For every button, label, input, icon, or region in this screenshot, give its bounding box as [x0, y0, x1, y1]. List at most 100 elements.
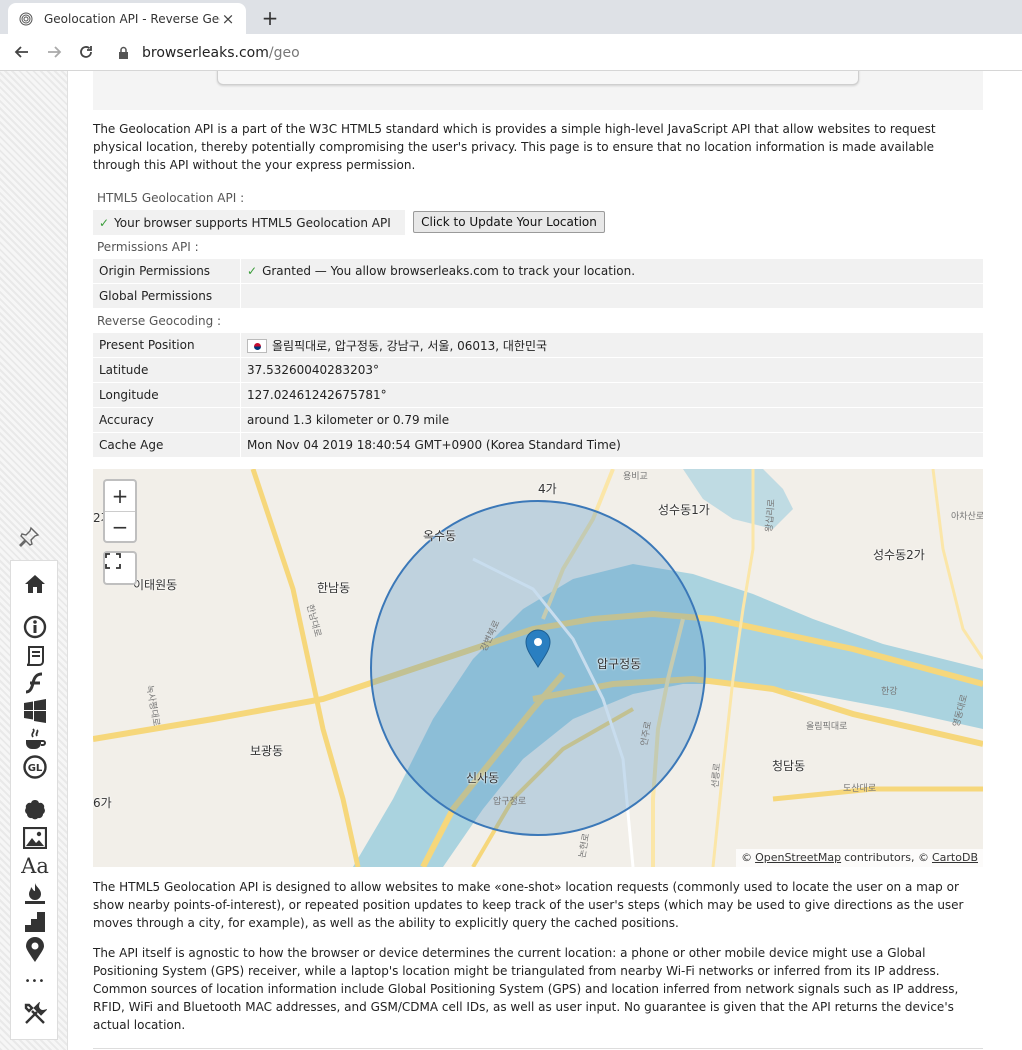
top-panel — [93, 71, 983, 110]
url-host: browserleaks.com — [142, 44, 269, 61]
back-arrow-icon — [14, 46, 28, 58]
present-position-value: 올림픽대로, 압구정동, 강남구, 서울, 06013, 대한민국 — [272, 338, 548, 353]
fire-icon[interactable] — [21, 881, 49, 907]
webgl-icon[interactable]: GL — [21, 754, 49, 780]
check-icon: ✓ — [99, 215, 110, 230]
cartodb-link[interactable]: CartoDB — [932, 851, 978, 865]
zoom-control: + − — [103, 479, 137, 543]
geolocation-section-label: HTML5 Geolocation API : — [97, 191, 245, 205]
script-icon[interactable] — [21, 643, 49, 669]
row-key: Latitude — [93, 358, 241, 382]
intro-paragraph: The Geolocation API is a part of the W3C… — [93, 122, 936, 172]
tab-strip: Geolocation API - Reverse Geoco × + — [0, 0, 1022, 34]
geocoding-table: Present Position 올림픽대로, 압구정동, 강남구, 서울, 0… — [93, 332, 983, 458]
edge-label: 4가 — [538, 482, 557, 496]
row-value — [241, 284, 983, 308]
zoom-out-button[interactable]: − — [105, 511, 135, 541]
more-icon[interactable]: ••• — [21, 968, 49, 994]
row-value: 127.02461242675781° — [241, 383, 983, 407]
row-key: Present Position — [93, 333, 241, 357]
reload-button[interactable] — [74, 40, 98, 64]
windows-icon[interactable] — [21, 698, 49, 724]
map-tiles — [93, 469, 983, 867]
table-row: Latitude 37.53260040283203° — [93, 358, 983, 382]
new-tab-button[interactable]: + — [258, 6, 282, 30]
check-icon: ✓ — [247, 264, 258, 278]
place-label: 성수동1가 — [658, 503, 710, 517]
table-row: Longitude 127.02461242675781° — [93, 383, 983, 407]
address-bar[interactable]: browserleaks.com/geo — [108, 38, 1018, 67]
location-pin-icon[interactable] — [21, 937, 49, 963]
fullscreen-icon — [105, 553, 121, 569]
pin-icon[interactable] — [15, 524, 43, 550]
road-label: 압구정로 — [493, 797, 527, 807]
top-panel-inner — [217, 71, 859, 85]
place-label: 한남동 — [317, 581, 351, 595]
row-key: Origin Permissions — [93, 259, 241, 283]
browser-tab[interactable]: Geolocation API - Reverse Geoco × — [8, 3, 246, 34]
table-row: Origin Permissions ✓ Granted — You allow … — [93, 259, 983, 283]
tools-icon[interactable] — [21, 1001, 49, 1027]
map-attribution: © OpenStreetMap contributors, © CartoDB — [736, 849, 983, 867]
row-key: Longitude — [93, 383, 241, 407]
attribution-prefix: © — [741, 851, 753, 864]
flash-icon[interactable] — [21, 670, 49, 696]
font-icon[interactable]: Aa — [21, 853, 49, 879]
geolocation-support-status: ✓ Your browser supports HTML5 Geolocatio… — [93, 210, 405, 235]
table-row: Global Permissions — [93, 284, 983, 308]
lock-icon[interactable] — [116, 46, 130, 60]
row-value: Mon Nov 04 2019 18:40:54 GMT+0900 (Korea… — [241, 433, 983, 457]
browser-toolbar: browserleaks.com/geo — [0, 34, 1022, 71]
accuracy-circle — [370, 500, 706, 836]
tab-title: Geolocation API - Reverse Geoco — [44, 11, 220, 26]
url-path: /geo — [268, 44, 300, 61]
place-label: 이태원동 — [133, 578, 178, 592]
java-icon[interactable] — [21, 726, 49, 752]
row-key: Accuracy — [93, 408, 241, 432]
edge-label: 6가 — [93, 796, 112, 810]
fullscreen-button[interactable] — [103, 551, 137, 585]
row-value: ✓ Granted — You allow browserleaks.com to… — [241, 259, 983, 283]
api-agnostic-paragraph: The API itself is agnostic to how the br… — [93, 946, 959, 1032]
row-value: around 1.3 kilometer or 0.79 mile — [241, 408, 983, 432]
openstreetmap-link[interactable]: OpenStreetMap — [755, 851, 841, 865]
reverse-geocoding-section-label: Reverse Geocoding : — [97, 314, 222, 328]
row-value: 올림픽대로, 압구정동, 강남구, 서울, 06013, 대한민국 — [241, 333, 983, 357]
place-label: 압구정동 — [597, 657, 642, 671]
korea-flag-icon — [247, 339, 267, 353]
permissions-section-label: Permissions API : — [97, 240, 199, 254]
info-icon[interactable] — [21, 614, 49, 640]
place-label: 성수동2가 — [873, 548, 925, 562]
close-tab-icon[interactable]: × — [220, 10, 236, 28]
road-label: 한강 — [881, 687, 898, 697]
chart-icon[interactable] — [21, 909, 49, 935]
forward-arrow-icon — [48, 46, 62, 58]
reload-icon — [80, 46, 92, 58]
oneshot-paragraph: The HTML5 Geolocation API is designed to… — [93, 880, 964, 930]
zoom-in-button[interactable]: + — [105, 481, 135, 511]
home-icon[interactable] — [21, 571, 49, 597]
table-row: Cache Age Mon Nov 04 2019 18:40:54 GMT+0… — [93, 433, 983, 457]
table-row: Present Position 올림픽대로, 압구정동, 강남구, 서울, 0… — [93, 333, 983, 357]
location-map[interactable]: 옥수동 성수동1가 성수동2가 이태원동 한남동 압구정동 신사동 청담동 보광… — [93, 469, 983, 867]
row-value: 37.53260040283203° — [241, 358, 983, 382]
flower-icon[interactable] — [21, 797, 49, 823]
place-label: 청담동 — [772, 759, 806, 773]
page-viewport: The Geolocation API is a part of the W3C… — [0, 71, 1022, 1050]
image-icon[interactable] — [21, 825, 49, 851]
back-button[interactable] — [10, 40, 34, 64]
update-location-button[interactable]: Click to Update Your Location — [413, 211, 605, 233]
road-label: 용비교 — [623, 472, 648, 482]
road-label: 도산대로 — [843, 784, 877, 794]
road-label: 올림픽대로 — [806, 722, 848, 732]
svg-text:GL: GL — [28, 763, 43, 774]
divider — [93, 1048, 983, 1049]
row-key: Cache Age — [93, 433, 241, 457]
road-label: 선릉로 — [710, 762, 723, 789]
origin-permission-value: Granted — You allow browserleaks.com to … — [262, 264, 636, 278]
row-key: Global Permissions — [93, 284, 241, 308]
road-label: 아차산로 — [951, 512, 983, 522]
permissions-table: Origin Permissions ✓ Granted — You allow … — [93, 258, 983, 309]
forward-button[interactable] — [42, 40, 66, 64]
place-label: 보광동 — [250, 744, 284, 758]
